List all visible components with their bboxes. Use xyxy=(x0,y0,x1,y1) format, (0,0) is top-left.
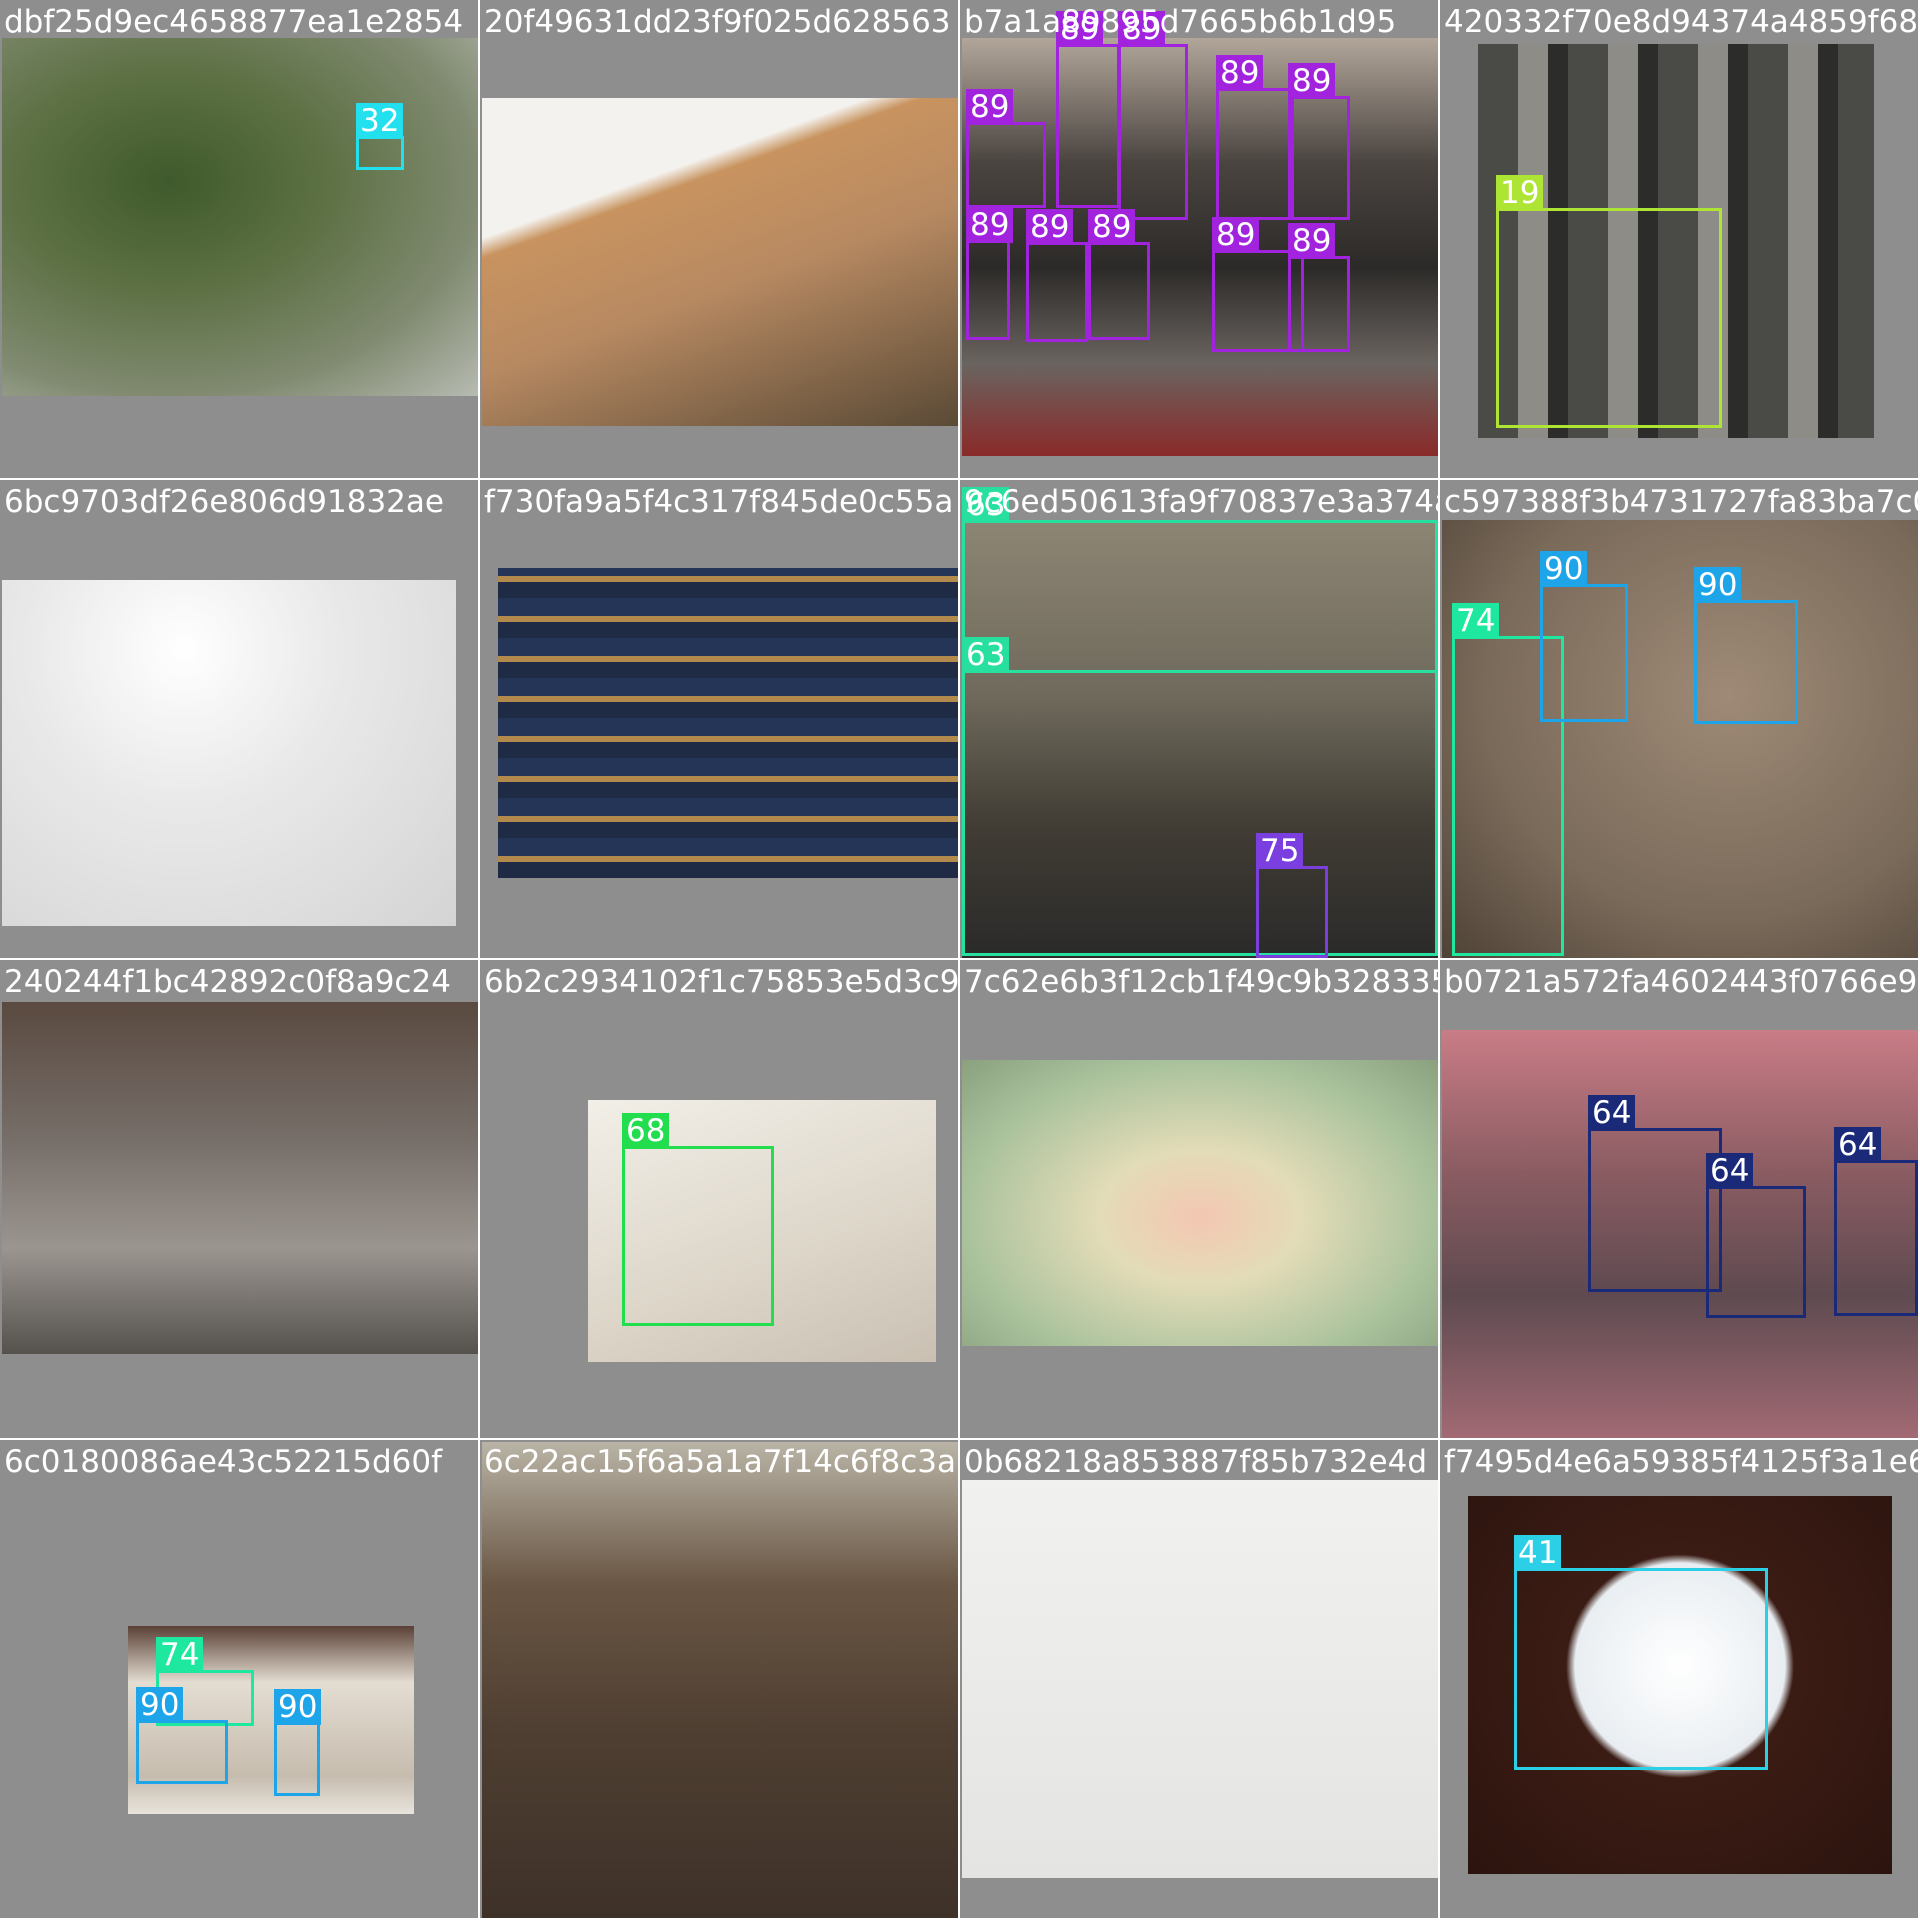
image-id-label: 240244f1bc42892c0f8a9c24 xyxy=(4,964,451,1000)
mosaic-cell: 20f49631dd23f9f025d628563 xyxy=(480,0,960,480)
detection-box: 75 xyxy=(1256,833,1328,958)
image-id-label: b0721a572fa4602443f0766e9 xyxy=(1444,964,1918,1000)
detection-box: 19 xyxy=(1496,175,1722,428)
detection-class-label: 90 xyxy=(1694,567,1742,603)
detection-class-label: 89 xyxy=(1088,209,1136,245)
detection-box: 64 xyxy=(1706,1153,1806,1318)
bamboo-roof-photo xyxy=(498,568,958,878)
image-id-label: 420332f70e8d94374a4859f68 xyxy=(1444,4,1919,40)
detection-class-label: 89 xyxy=(1288,63,1336,99)
detection-box: 89 xyxy=(1216,55,1294,220)
mosaic-cell: 6b2c2934102f1c75853e5d3c9 68 xyxy=(480,960,960,1440)
image-id-label: 6bc9703df26e806d91832ae xyxy=(4,484,444,520)
detection-box: 68 xyxy=(622,1113,774,1326)
detection-box: 89 xyxy=(966,89,1046,208)
image-id-label: 20f49631dd23f9f025d628563 xyxy=(484,4,951,40)
mosaic-grid: dbf25d9ec4658877ea1e2854 32 20f49631dd23f9… xyxy=(0,0,1920,1920)
detection-class-label: 19 xyxy=(1496,175,1544,211)
mosaic-cell: f7495d4e6a59385f4125f3a1e6 41 xyxy=(1440,1440,1920,1920)
detection-class-label: 64 xyxy=(1706,1153,1754,1189)
detection-class-label: 89 xyxy=(1216,55,1264,91)
detection-box: 89 xyxy=(1118,11,1188,220)
detection-class-label: 89 xyxy=(1288,223,1336,259)
detection-box: 90 xyxy=(274,1689,322,1796)
mosaic-cell: dbf25d9ec4658877ea1e2854 32 xyxy=(0,0,480,480)
overgrown-roadside-photo xyxy=(2,38,478,396)
image-id-label: b7a1a89895d7665b6b1d95 xyxy=(964,4,1397,40)
detection-box: 89 xyxy=(1088,209,1150,340)
detection-class-label: 74 xyxy=(156,1637,204,1673)
detection-class-label: 68 xyxy=(622,1113,670,1149)
mosaic-cell: 420332f70e8d94374a4859f68 19 xyxy=(1440,0,1920,480)
detection-box: 64 xyxy=(1588,1095,1722,1292)
detection-box: 89 xyxy=(1026,209,1088,342)
mosaic-cell: f730fa9a5f4c317f845de0c55a xyxy=(480,480,960,960)
image-id-label: 7c62e6b3f12cb1f49c9b328335 xyxy=(964,964,1440,1000)
image-id-label: 0b68218a853887f85b732e4d xyxy=(964,1444,1428,1480)
garage-with-scooters-photo xyxy=(2,580,456,926)
detection-box: 41 xyxy=(1514,1535,1768,1770)
detection-class-label: 90 xyxy=(1540,551,1588,587)
wall-ledge-with-lizard-photo xyxy=(482,98,958,426)
detection-class-label: 74 xyxy=(1452,603,1500,639)
mosaic-cell: c597388f3b4731727fa83ba7c06 74 90 90 xyxy=(1440,480,1920,960)
detection-class-label: 90 xyxy=(274,1689,322,1725)
detection-box: 32 xyxy=(356,103,404,170)
image-id-label: c597388f3b4731727fa83ba7c06 xyxy=(1444,484,1920,520)
image-id-label: f7495d4e6a59385f4125f3a1e6 xyxy=(1444,1444,1920,1480)
mosaic-cell: b7a1a89895d7665b6b1d95 89 89 89 89 89 89 89 89 89… xyxy=(960,0,1440,480)
detection-box: 90 xyxy=(1694,567,1798,724)
detection-box: 89 xyxy=(1288,223,1350,352)
framed-photos-photo xyxy=(962,1480,1438,1878)
detection-box: 90 xyxy=(1540,551,1628,722)
detection-box: 63 xyxy=(962,637,1438,956)
image-id-label: f730fa9a5f4c317f845de0c55a xyxy=(484,484,954,520)
mosaic-cell: 0b68218a853887f85b732e4d xyxy=(960,1440,1440,1920)
detection-box: 90 xyxy=(136,1687,228,1784)
detection-class-label: 89 xyxy=(1026,209,1074,245)
detection-box: 64 xyxy=(1834,1127,1918,1316)
detection-class-label: 63 xyxy=(962,637,1010,673)
detection-class-label: 89 xyxy=(966,89,1014,125)
detection-class-label: 32 xyxy=(356,103,404,139)
image-id-label: 9c6ed50613fa9f70837e3a374a xyxy=(964,484,1440,520)
detection-box: 89 xyxy=(1056,11,1120,208)
image-id-label: dbf25d9ec4658877ea1e2854 xyxy=(4,4,464,40)
detection-class-label: 75 xyxy=(1256,833,1304,869)
detection-class-label: 89 xyxy=(1212,217,1260,253)
detection-class-label: 64 xyxy=(1834,1127,1882,1163)
mosaic-cell: 7c62e6b3f12cb1f49c9b328335 xyxy=(960,960,1440,1440)
mosaic-cell: 240244f1bc42892c0f8a9c24 xyxy=(0,960,480,1440)
detection-class-label: 89 xyxy=(966,207,1014,243)
detection-class-label: 64 xyxy=(1588,1095,1636,1131)
mosaic-cell: b0721a572fa4602443f0766e9 64 64 64 xyxy=(1440,960,1920,1440)
sink-in-corner-photo xyxy=(962,1060,1438,1346)
detection-class-label: 41 xyxy=(1514,1535,1562,1571)
mosaic-cell: 6c22ac15f6a5a1a7f14c6f8c3a xyxy=(480,1440,960,1920)
corn-seedlings-photo xyxy=(482,1442,958,1918)
detection-box: 89 xyxy=(1288,63,1350,220)
detection-class-label: 90 xyxy=(136,1687,184,1723)
image-id-label: 6c22ac15f6a5a1a7f14c6f8c3a xyxy=(484,1444,957,1480)
mosaic-cell: 9c6ed50613fa9f70837e3a374a 63 63 75 xyxy=(960,480,1440,960)
cluttered-bed-photo xyxy=(2,1002,478,1354)
mosaic-cell: 6c0180086ae43c52215d60f 74 90 90 xyxy=(0,1440,480,1920)
image-id-label: 6b2c2934102f1c75853e5d3c9 xyxy=(484,964,960,1000)
image-id-label: 6c0180086ae43c52215d60f xyxy=(4,1444,443,1480)
mosaic-cell: 6bc9703df26e806d91832ae xyxy=(0,480,480,960)
detection-box: 89 xyxy=(966,207,1014,340)
